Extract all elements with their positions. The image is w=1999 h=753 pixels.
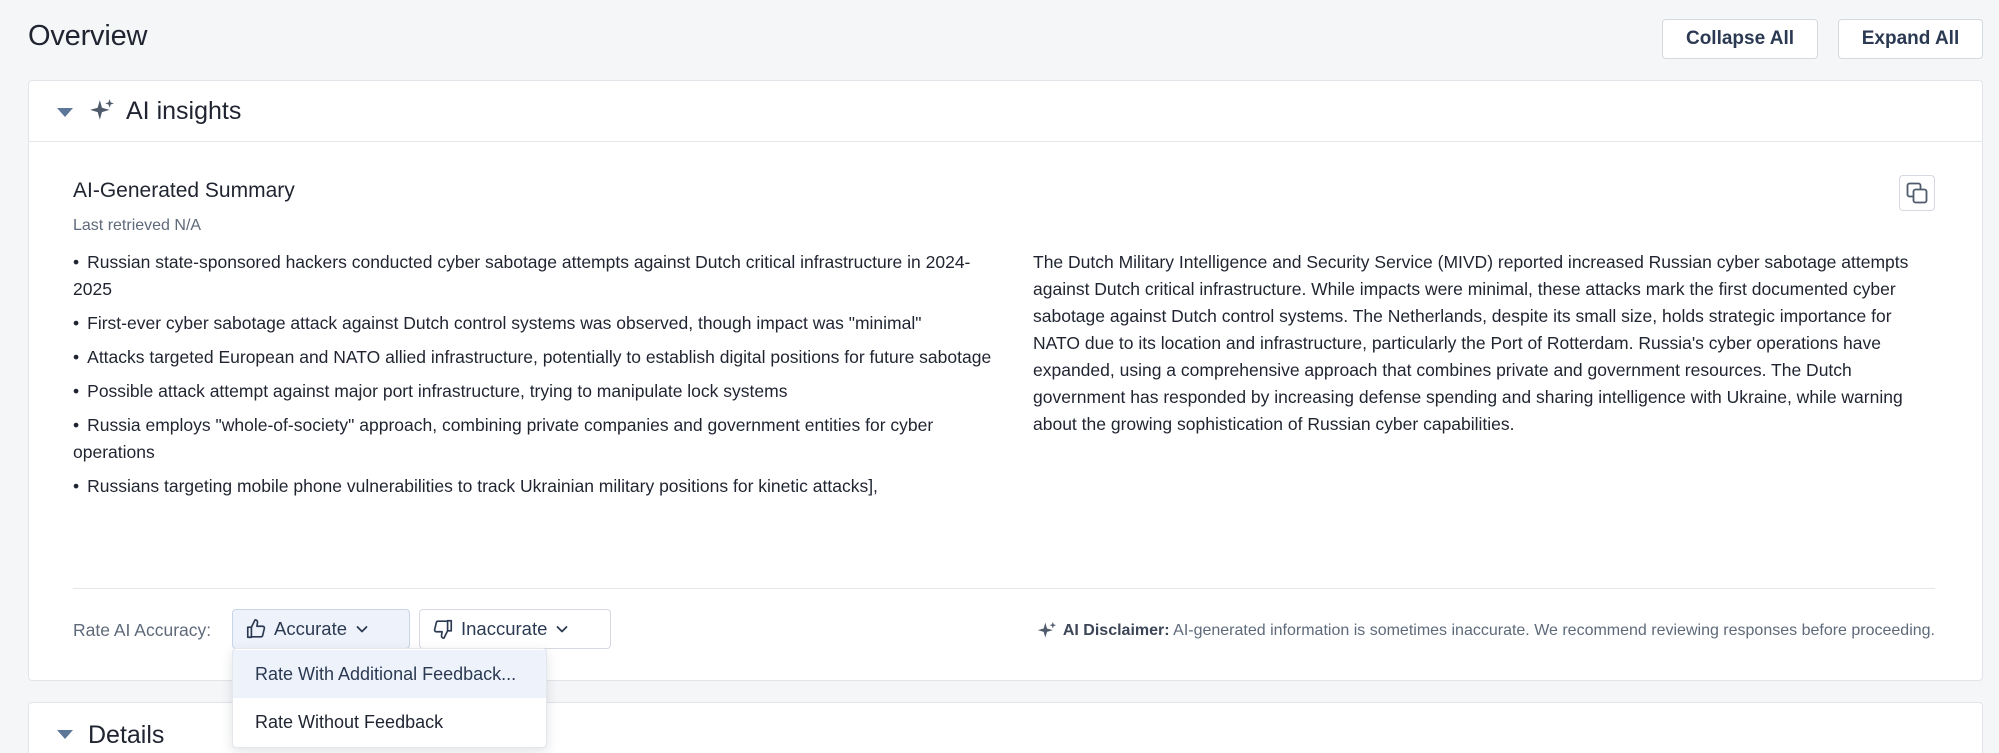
menu-item-rate-without-feedback[interactable]: Rate Without Feedback	[233, 698, 546, 746]
sparkle-icon	[90, 99, 114, 120]
disclaimer-label: AI Disclaimer:	[1062, 622, 1170, 639]
accurate-button[interactable]: Accurate	[232, 609, 410, 649]
summary-paragraph: The Dutch Military Intelligence and Secu…	[1033, 252, 1909, 434]
caret-down-icon[interactable]	[57, 108, 73, 117]
summary-bullet-list: Russian state-sponsored hackers conducte…	[73, 249, 993, 507]
accurate-dropdown-menu: Rate With Additional Feedback... Rate Wi…	[232, 648, 547, 748]
caret-down-icon[interactable]	[57, 730, 73, 739]
details-title: Details	[88, 721, 165, 749]
menu-item-rate-with-feedback[interactable]: Rate With Additional Feedback...	[233, 650, 546, 698]
list-item: Russia employs "whole-of-society" approa…	[73, 412, 993, 466]
list-item: Attacks targeted European and NATO allie…	[73, 344, 993, 371]
copy-icon	[1906, 182, 1928, 204]
inaccurate-button[interactable]: Inaccurate	[419, 609, 611, 649]
accurate-label: Accurate	[274, 618, 348, 639]
ai-insights-header[interactable]: AI insights	[29, 81, 1982, 142]
inaccurate-label: Inaccurate	[461, 618, 548, 639]
last-retrieved-text: Last retrieved N/A	[73, 217, 202, 234]
disclaimer-text: AI-generated information is sometimes in…	[1173, 622, 1935, 639]
collapse-all-button[interactable]: Collapse All	[1662, 19, 1818, 59]
ai-insights-title: AI insights	[126, 97, 242, 125]
top-bar: Overview Collapse All Expand All	[0, 0, 1999, 78]
thumbs-down-icon	[433, 619, 453, 639]
list-item: Possible attack attempt against major po…	[73, 378, 993, 405]
list-item: Russians targeting mobile phone vulnerab…	[73, 473, 993, 500]
summary-title: AI-Generated Summary	[73, 179, 295, 202]
thumbs-up-icon	[246, 619, 266, 639]
ai-insights-card: AI insights AI-Generated Summary Last re…	[28, 80, 1983, 681]
divider	[73, 588, 1935, 589]
list-item: First-ever cyber sabotage attack against…	[73, 310, 993, 337]
chevron-down-icon	[556, 626, 568, 633]
copy-button[interactable]	[1899, 175, 1935, 211]
rate-accuracy-label: Rate AI Accuracy:	[73, 620, 212, 640]
chevron-down-icon	[356, 626, 368, 633]
sparkle-icon	[1037, 621, 1057, 638]
ai-disclaimer: AI Disclaimer: AI-generated information …	[973, 621, 1935, 641]
expand-all-button[interactable]: Expand All	[1838, 19, 1983, 59]
page-title: Overview	[28, 20, 148, 52]
list-item: Russian state-sponsored hackers conducte…	[73, 249, 993, 303]
